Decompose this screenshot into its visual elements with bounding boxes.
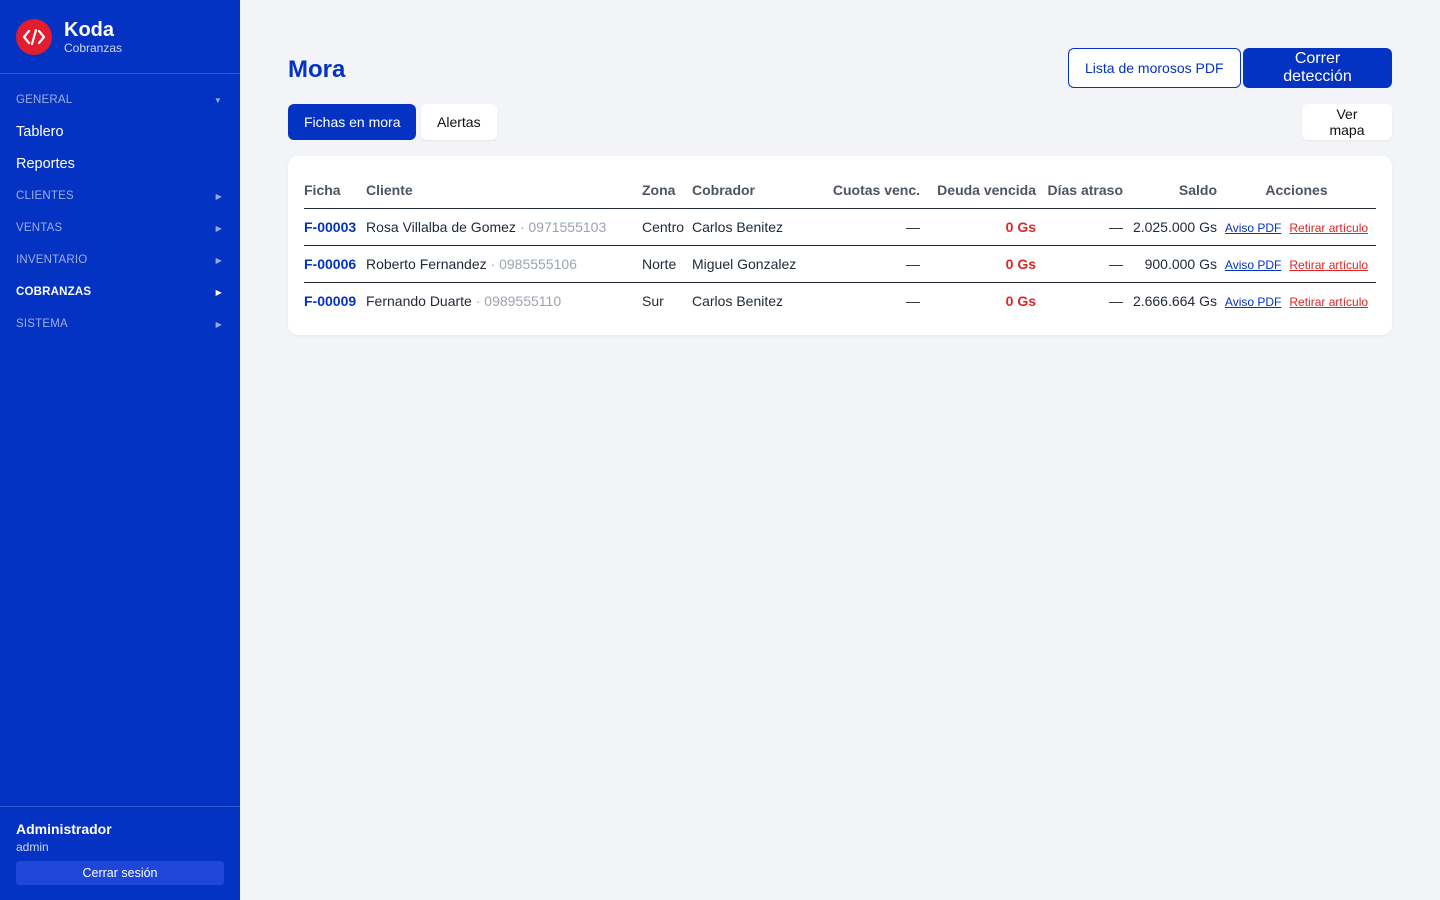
acciones-cell: Aviso PDF Retirar artículo [1217, 208, 1376, 246]
column-header-cobrador: Cobrador [692, 172, 810, 209]
caret-right-icon: ▶ [215, 255, 222, 265]
nav-section-sistema[interactable]: SISTEMA ▶ [0, 308, 240, 340]
brand-subtitle: Cobranzas [64, 40, 123, 55]
nav-section-cobranzas[interactable]: COBRANZAS ▶ [0, 276, 240, 308]
saldo-cell: 2.025.000 Gs [1123, 208, 1217, 246]
caret-right-icon: ▶ [215, 319, 222, 329]
sidebar-item-tablero[interactable]: Tablero [0, 116, 240, 148]
saldo-cell: 2.666.664 Gs [1132, 292, 1217, 309]
deuda-cell: 0 Gs [1005, 292, 1036, 309]
code-brackets-icon [16, 18, 52, 55]
aviso-pdf-link[interactable]: Aviso PDF [1225, 295, 1281, 309]
tab-alertas[interactable]: Alertas [421, 104, 497, 140]
sidebar-nav: GENERAL ▼ Tablero Reportes CLIENTES ▶ VE… [0, 74, 240, 340]
nav-section-label: INVENTARIO [16, 254, 88, 266]
column-header-deuda: Deuda vencida [920, 172, 1036, 209]
sidebar-item-reportes[interactable]: Reportes [0, 148, 240, 180]
cliente-name: Rosa Villalba de Gomez [366, 218, 516, 235]
page-title: Mora [288, 56, 346, 83]
cobrador-cell: Carlos Benitez [692, 292, 784, 309]
mora-table-card: Ficha Cliente Zona Cobrador Cuotas venc.… [288, 156, 1392, 335]
column-header-saldo: Saldo [1123, 172, 1217, 209]
deuda-cell: 0 Gs [920, 208, 1036, 246]
cuotas-cell: — [810, 245, 920, 283]
user-name: Administrador [16, 821, 112, 837]
column-header-cuotas: Cuotas venc. [810, 172, 920, 209]
table-row: F-00006 Roberto Fernandez · 0985555106 N… [304, 245, 1376, 283]
retirar-articulo-link[interactable]: Retirar artículo [1289, 295, 1368, 309]
cuotas-cell: — [810, 208, 920, 246]
dias-cell: — [1036, 245, 1123, 283]
nav-section-label: COBRANZAS [16, 286, 92, 298]
nav-section-label: GENERAL [16, 94, 73, 106]
cliente-cell: Roberto Fernandez · 0985555106 [366, 245, 642, 283]
saldo-cell: 900.000 Gs [1123, 245, 1217, 283]
tab-fichas-en-mora[interactable]: Fichas en mora [288, 104, 417, 140]
cliente-cell: Rosa Villalba de Gomez · 0971555103 [366, 208, 642, 246]
run-detection-button[interactable]: Correr detección [1243, 48, 1392, 88]
table-row: F-00003 Rosa Villalba de Gomez · 0971555… [304, 208, 1376, 246]
caret-right-icon: ▶ [215, 287, 222, 297]
cuotas-cell: — [906, 292, 920, 309]
nav-section-label: VENTAS [16, 222, 63, 234]
cliente-cell: Fernando Duarte · 0989555110 [366, 282, 642, 319]
dias-cell: — [1036, 208, 1123, 246]
mora-table: Ficha Cliente Zona Cobrador Cuotas venc.… [304, 172, 1376, 319]
nav-section-clientes[interactable]: CLIENTES ▶ [0, 180, 240, 212]
acciones-cell: Aviso PDF Retirar artículo [1217, 245, 1376, 283]
morosos-pdf-button[interactable]: Lista de morosos PDF [1068, 48, 1241, 88]
dias-cell: — [1109, 292, 1123, 309]
brand: Koda Cobranzas [0, 0, 240, 74]
ficha-link[interactable]: F-00003 [304, 208, 366, 246]
nav-section-ventas[interactable]: VENTAS ▶ [0, 212, 240, 244]
zona-cell: Centro [642, 208, 692, 246]
cliente-name: Roberto Fernandez [366, 255, 487, 272]
caret-right-icon: ▶ [215, 191, 222, 201]
table-header-row: Ficha Cliente Zona Cobrador Cuotas venc.… [304, 172, 1376, 209]
column-header-dias: Días atraso [1036, 172, 1123, 209]
view-map-button[interactable]: Ver mapa [1302, 104, 1392, 140]
ficha-link[interactable]: F-00006 [304, 245, 366, 283]
acciones-cell: Aviso PDF Retirar artículo [1217, 282, 1376, 319]
nav-section-general[interactable]: GENERAL ▼ [0, 84, 240, 116]
nav-section-label: CLIENTES [16, 190, 74, 202]
user-panel: Administrador admin Cerrar sesión [0, 806, 240, 900]
aviso-pdf-link[interactable]: Aviso PDF [1225, 258, 1281, 272]
zona-cell: Sur [642, 292, 664, 309]
nav-section-inventario[interactable]: INVENTARIO ▶ [0, 244, 240, 276]
logout-button[interactable]: Cerrar sesión [16, 861, 224, 885]
column-header-zona: Zona [642, 172, 692, 209]
retirar-articulo-link[interactable]: Retirar artículo [1289, 258, 1368, 272]
nav-section-label: SISTEMA [16, 318, 68, 330]
column-header-acciones: Acciones [1217, 172, 1376, 209]
retirar-articulo-link[interactable]: Retirar artículo [1289, 221, 1368, 235]
sidebar: Koda Cobranzas GENERAL ▼ Tablero Reporte… [0, 0, 240, 900]
cobrador-cell: Miguel Gonzalez [692, 245, 810, 283]
brand-title: Koda [64, 18, 114, 41]
cobrador-cell: Carlos Benitez [692, 208, 810, 246]
table-row: F-00009 Fernando Duarte · 0989555110 Sur… [304, 282, 1376, 319]
user-role: admin [16, 840, 49, 854]
cliente-phone: · 0971555103 [515, 218, 607, 235]
cliente-phone: · 0989555110 [471, 292, 562, 309]
ficha-link[interactable]: F-00009 [304, 282, 366, 319]
caret-right-icon: ▶ [215, 223, 222, 233]
caret-down-icon: ▼ [213, 95, 222, 105]
column-header-ficha: Ficha [304, 172, 366, 209]
column-header-cliente: Cliente [366, 172, 642, 209]
aviso-pdf-link[interactable]: Aviso PDF [1225, 221, 1281, 235]
zona-cell: Norte [642, 245, 692, 283]
cliente-phone: · 0985555106 [486, 255, 577, 272]
deuda-cell: 0 Gs [920, 245, 1036, 283]
cliente-name: Fernando Duarte [366, 292, 472, 309]
